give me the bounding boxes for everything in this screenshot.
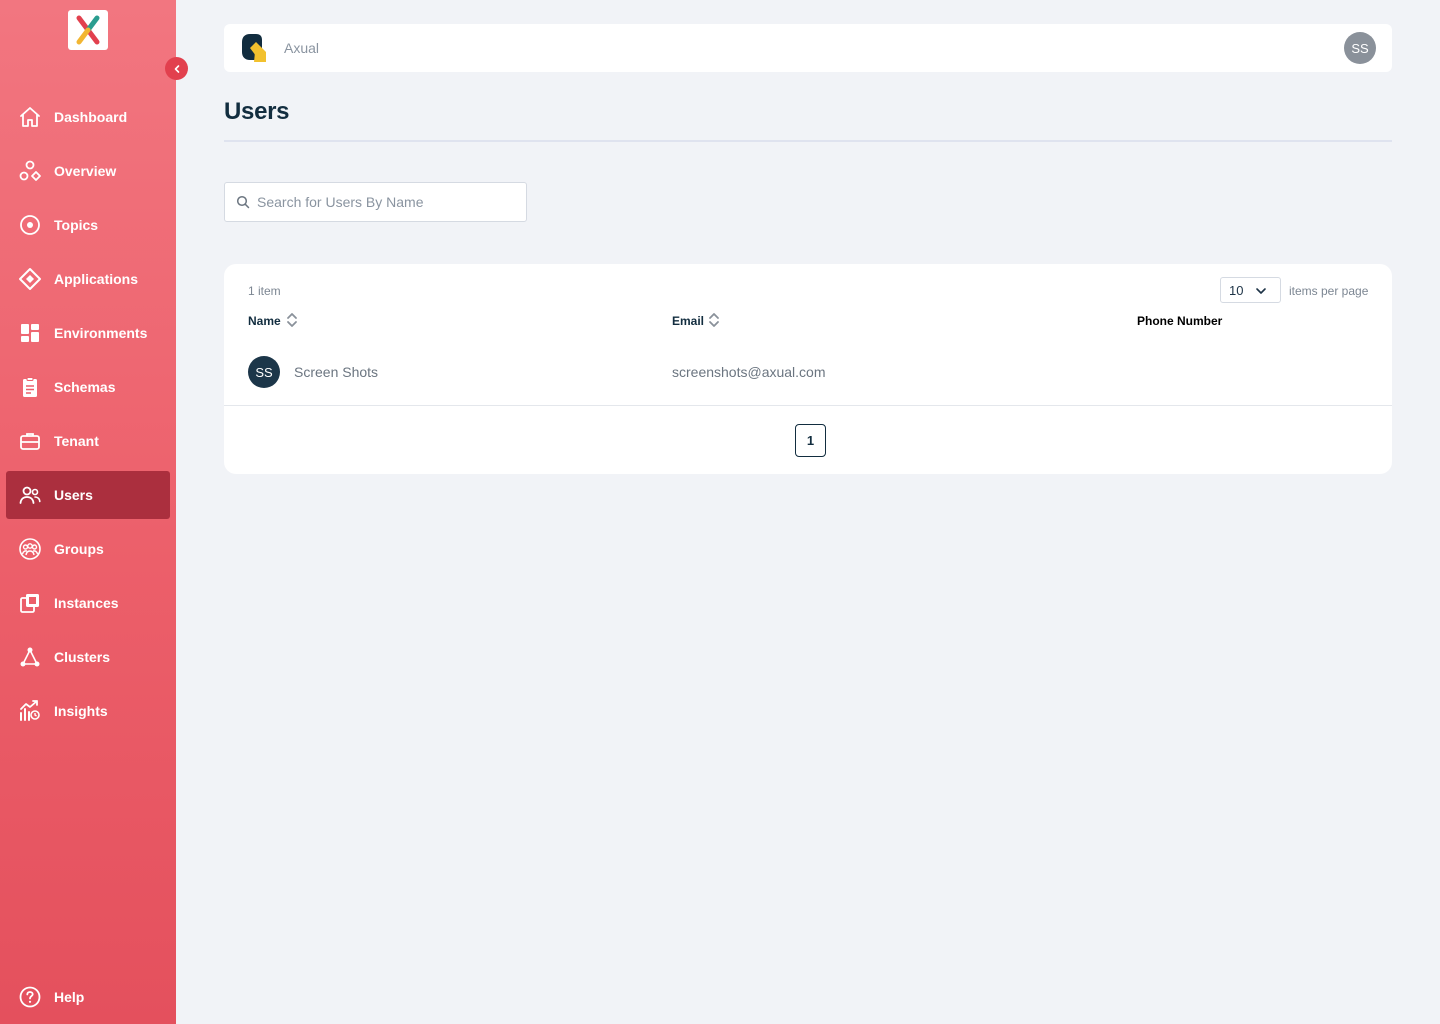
items-per-page-value: 10	[1229, 283, 1244, 298]
search-input[interactable]	[257, 183, 521, 221]
sidebar-item-clusters[interactable]: Clusters	[6, 633, 170, 681]
sidebar-item-label: Instances	[54, 595, 119, 611]
items-per-page-select[interactable]: 10	[1220, 277, 1281, 303]
home-icon	[20, 107, 40, 127]
group-icon	[19, 538, 41, 560]
column-header-label: Phone Number	[1137, 314, 1223, 328]
clipboard-icon	[23, 377, 37, 397]
table-row[interactable]: SS Screen Shots screenshots@axual.com	[224, 348, 1392, 406]
user-avatar[interactable]: SS	[1344, 32, 1376, 64]
chevron-left-icon	[174, 64, 179, 73]
column-header-label: Name	[248, 314, 281, 328]
sort-icon	[287, 313, 297, 327]
user-name[interactable]: Screen Shots	[294, 364, 378, 380]
item-count: 1 item	[248, 284, 281, 298]
sidebar-item-label: Insights	[54, 703, 108, 719]
column-header-label: Email	[672, 314, 705, 328]
sidebar-item-label: Help	[54, 989, 85, 1005]
users-icon	[19, 486, 41, 504]
sidebar-item-groups[interactable]: Groups	[6, 525, 170, 573]
users-table-card: 1 item 10 items per page Name Email Phon…	[224, 264, 1392, 474]
sidebar-item-users[interactable]: Users	[6, 471, 170, 519]
sidebar-item-instances[interactable]: Instances	[6, 579, 170, 627]
user-email: screenshots@axual.com	[672, 364, 826, 380]
tenant-name: Axual	[284, 40, 320, 56]
help-icon	[19, 986, 41, 1008]
avatar: SS	[248, 356, 280, 388]
sidebar-item-label: Applications	[54, 271, 139, 287]
sort-icon	[709, 313, 719, 327]
sidebar-item-topics[interactable]: Topics	[6, 201, 170, 249]
column-header-name[interactable]: Name	[248, 313, 297, 328]
cluster-icon	[20, 647, 40, 667]
sidebar-item-label: Dashboard	[54, 109, 128, 125]
sidebar-item-tenant[interactable]: Tenant	[6, 417, 170, 465]
pagination-page-button[interactable]: 1	[795, 424, 826, 457]
sidebar-item-dashboard[interactable]: Dashboard	[6, 93, 170, 141]
overview-shapes-icon	[19, 160, 41, 181]
instances-icon	[20, 594, 39, 613]
sidebar-item-label: Overview	[54, 163, 117, 179]
grid-icon	[21, 324, 39, 342]
search-icon	[236, 195, 250, 209]
tenant-logo-icon[interactable]	[240, 32, 272, 64]
sidebar-item-label: Users	[54, 487, 93, 503]
chevron-down-icon	[1256, 288, 1266, 294]
top-bar: Axual SS	[224, 24, 1392, 72]
page-title: Users	[224, 98, 290, 125]
sidebar-item-insights[interactable]: Insights	[6, 687, 170, 735]
sidebar-item-applications[interactable]: Applications	[6, 255, 170, 303]
sidebar-item-label: Tenant	[54, 433, 99, 449]
column-header-phone: Phone Number	[1137, 314, 1222, 328]
title-divider	[224, 140, 1392, 142]
sidebar-item-label: Schemas	[54, 379, 116, 395]
app-logo[interactable]	[68, 10, 108, 50]
topic-target-icon	[20, 215, 40, 235]
sidebar-item-label: Environments	[54, 325, 148, 341]
sidebar-collapse-button[interactable]	[165, 57, 188, 80]
items-per-page-label: items per page	[1289, 284, 1369, 298]
sidebar-item-help[interactable]: Help	[6, 973, 170, 1021]
row-divider	[224, 405, 1392, 406]
sidebar: Dashboard Overview Topics Applications E…	[0, 0, 188, 1024]
column-header-email[interactable]: Email	[672, 313, 719, 328]
application-diamond-icon	[19, 268, 41, 290]
sidebar-item-environments[interactable]: Environments	[6, 309, 170, 357]
insights-chart-icon	[20, 700, 40, 721]
sidebar-item-label: Clusters	[54, 649, 111, 665]
sidebar-item-label: Topics	[54, 217, 99, 233]
sidebar-item-label: Groups	[54, 541, 104, 557]
sidebar-item-overview[interactable]: Overview	[6, 147, 170, 195]
search-box	[224, 182, 527, 222]
briefcase-icon	[20, 433, 40, 450]
sidebar-item-schemas[interactable]: Schemas	[6, 363, 170, 411]
axual-x-logo-icon	[76, 15, 100, 45]
